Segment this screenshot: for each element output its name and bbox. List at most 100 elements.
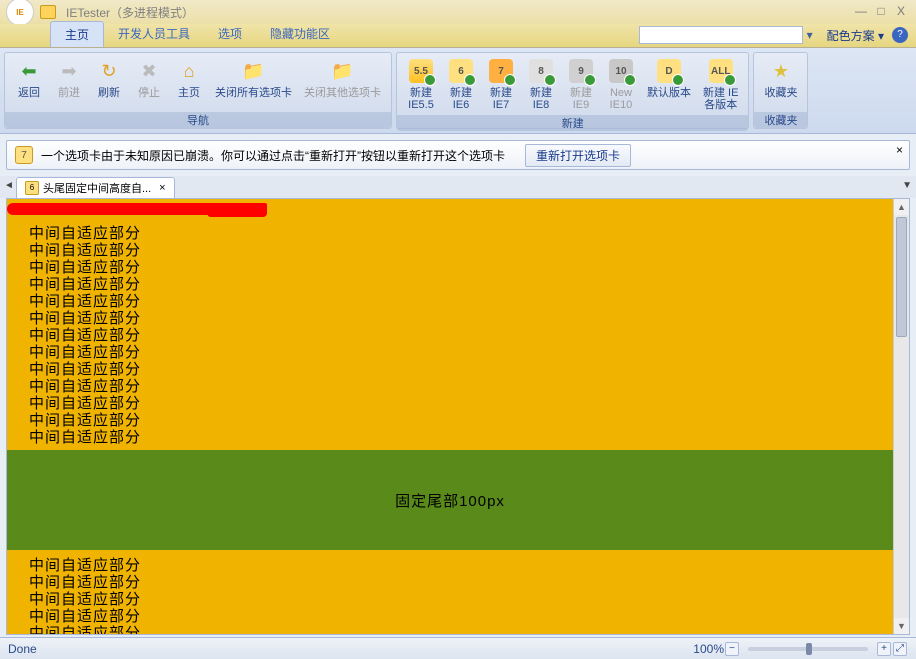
nav-关闭所有选项卡[interactable]: 📁关闭所有选项卡: [209, 55, 298, 101]
address-input[interactable]: [639, 26, 803, 44]
close-window-button[interactable]: X: [892, 4, 910, 20]
主页-icon: ⌂: [175, 57, 203, 85]
middle-content-top: 中间自适应部分中间自适应部分中间自适应部分中间自适应部分中间自适应部分中间自适应…: [29, 225, 141, 446]
前进-icon: ➡: [55, 57, 83, 85]
new-7[interactable]: 7新建 IE7: [481, 55, 521, 113]
middle-content-bottom: 中间自适应部分中间自适应部分中间自适应部分中间自适应部分中间自适应部分: [29, 557, 141, 634]
ribbon-group-nav: ⬅返回➡前进↻刷新✖停止⌂主页📁关闭所有选项卡📁关闭其他选项卡 导航: [4, 52, 392, 129]
ie-ALL-icon: ALL: [707, 57, 735, 85]
nav-刷新[interactable]: ↻刷新: [89, 55, 129, 101]
ie-10-icon: 10: [607, 57, 635, 85]
ie-8-icon: 8: [527, 57, 555, 85]
nav-返回[interactable]: ⬅返回: [9, 55, 49, 101]
help-button[interactable]: ?: [892, 27, 908, 43]
nav-前进: ➡前进: [49, 55, 89, 101]
minimize-button[interactable]: —: [852, 4, 870, 20]
fixed-footer: 固定尾部100px: [7, 450, 893, 550]
nav-停止: ✖停止: [129, 55, 169, 101]
status-text: Done: [8, 642, 37, 656]
ie-7-icon: 7: [487, 57, 515, 85]
browser-viewport: 中间自适应部分中间自适应部分中间自适应部分中间自适应部分中间自适应部分中间自适应…: [6, 198, 910, 635]
content-line: 中间自适应部分: [29, 344, 141, 361]
new-ALL[interactable]: ALL新建 IE 各版本: [697, 55, 744, 113]
new-9: 9新建 IE9: [561, 55, 601, 113]
ribbon-group-fav-label: 收藏夹: [754, 112, 807, 128]
new-D[interactable]: D默认版本: [641, 55, 697, 101]
ribbon-tab-2[interactable]: 选项: [204, 21, 256, 47]
ie-5.5-icon: 5.5: [407, 57, 435, 85]
zoom-in-button[interactable]: +: [877, 642, 891, 656]
document-tab-close[interactable]: ×: [159, 182, 165, 194]
document-tab[interactable]: 6 头尾固定中间高度自... ×: [16, 177, 175, 198]
document-tab-icon: 6: [25, 181, 39, 195]
关闭其他选项卡-icon: 📁: [329, 57, 357, 85]
favorites-button[interactable]: ★收藏夹: [758, 55, 803, 101]
content-line: 中间自适应部分: [29, 276, 141, 293]
redacted-header-tail: [207, 209, 267, 217]
content-line: 中间自适应部分: [29, 625, 141, 634]
notification-text: 一个选项卡由于未知原因已崩溃。你可以通过点击“重新打开”按钮以重新打开这个选项卡: [41, 147, 505, 164]
new-10: 10New IE10: [601, 55, 641, 113]
vertical-scrollbar[interactable]: ▲ ▼: [893, 199, 909, 634]
star-icon: ★: [767, 57, 795, 85]
color-scheme-menu[interactable]: 配色方案 ▾: [827, 27, 884, 44]
notification-icon: 7: [15, 146, 33, 164]
fullscreen-button[interactable]: ⤢: [893, 642, 907, 656]
maximize-button[interactable]: □: [872, 4, 890, 20]
content-line: 中间自适应部分: [29, 327, 141, 344]
zoom-slider[interactable]: [748, 647, 868, 651]
ribbon-tab-1[interactable]: 开发人员工具: [104, 21, 204, 47]
reopen-tab-button[interactable]: 重新打开选项卡: [525, 144, 631, 167]
ribbon-group-nav-label: 导航: [5, 112, 391, 128]
关闭所有选项卡-icon: 📁: [240, 57, 268, 85]
scroll-up-button[interactable]: ▲: [894, 199, 909, 215]
new-5.5[interactable]: 5.5新建 IE5.5: [401, 55, 441, 113]
ie-9-icon: 9: [567, 57, 595, 85]
address-dropdown-icon[interactable]: ▾: [803, 28, 817, 42]
停止-icon: ✖: [135, 57, 163, 85]
status-bar: Done 100% − + ⤢: [0, 637, 916, 659]
ribbon-group-new-label: 新建: [397, 115, 748, 131]
ie-D-icon: D: [655, 57, 683, 85]
content-line: 中间自适应部分: [29, 259, 141, 276]
ribbon-tab-0[interactable]: 主页: [50, 21, 104, 47]
刷新-icon: ↻: [95, 57, 123, 85]
content-line: 中间自适应部分: [29, 395, 141, 412]
content-line: 中间自适应部分: [29, 225, 141, 242]
返回-icon: ⬅: [15, 57, 43, 85]
new-6[interactable]: 6新建 IE6: [441, 55, 481, 113]
page-content: 中间自适应部分中间自适应部分中间自适应部分中间自适应部分中间自适应部分中间自适应…: [7, 199, 893, 634]
scroll-down-button[interactable]: ▼: [894, 618, 909, 634]
content-line: 中间自适应部分: [29, 242, 141, 259]
app-logo: IE: [6, 0, 34, 26]
content-line: 中间自适应部分: [29, 429, 141, 446]
content-line: 中间自适应部分: [29, 310, 141, 327]
content-line: 中间自适应部分: [29, 591, 141, 608]
nav-主页[interactable]: ⌂主页: [169, 55, 209, 101]
ribbon-tabstrip: 主页开发人员工具选项隐藏功能区 ▾ 配色方案 ▾ ?: [0, 24, 916, 48]
page-body: 中间自适应部分中间自适应部分中间自适应部分中间自适应部分中间自适应部分中间自适应…: [7, 199, 893, 634]
open-folder-icon[interactable]: [40, 5, 56, 19]
document-tab-title: 头尾固定中间高度自...: [43, 180, 151, 196]
ribbon-tab-3[interactable]: 隐藏功能区: [256, 21, 344, 47]
notification-close-button[interactable]: ×: [896, 143, 903, 157]
content-line: 中间自适应部分: [29, 608, 141, 625]
content-line: 中间自适应部分: [29, 293, 141, 310]
ribbon-group-favorites: ★收藏夹 收藏夹: [753, 52, 808, 129]
app-title: IETester（多进程模式）: [66, 4, 850, 21]
document-tabstrip: ◄ 6 头尾固定中间高度自... × ▼: [0, 176, 916, 198]
new-8[interactable]: 8新建 IE8: [521, 55, 561, 113]
tab-scroll-left[interactable]: ◄: [4, 180, 14, 191]
tab-scroll-right[interactable]: ▼: [902, 180, 912, 191]
ie-6-icon: 6: [447, 57, 475, 85]
zoom-value: 100%: [693, 642, 724, 656]
ribbon-group-new: 5.5新建 IE5.56新建 IE67新建 IE78新建 IE89新建 IE91…: [396, 52, 749, 129]
content-line: 中间自适应部分: [29, 574, 141, 591]
zoom-out-button[interactable]: −: [725, 642, 739, 656]
content-line: 中间自适应部分: [29, 361, 141, 378]
content-line: 中间自适应部分: [29, 412, 141, 429]
ribbon-toolbar: ⬅返回➡前进↻刷新✖停止⌂主页📁关闭所有选项卡📁关闭其他选项卡 导航 5.5新建…: [0, 48, 916, 134]
content-line: 中间自适应部分: [29, 378, 141, 395]
scroll-thumb[interactable]: [896, 217, 907, 337]
nav-关闭其他选项卡: 📁关闭其他选项卡: [298, 55, 387, 101]
